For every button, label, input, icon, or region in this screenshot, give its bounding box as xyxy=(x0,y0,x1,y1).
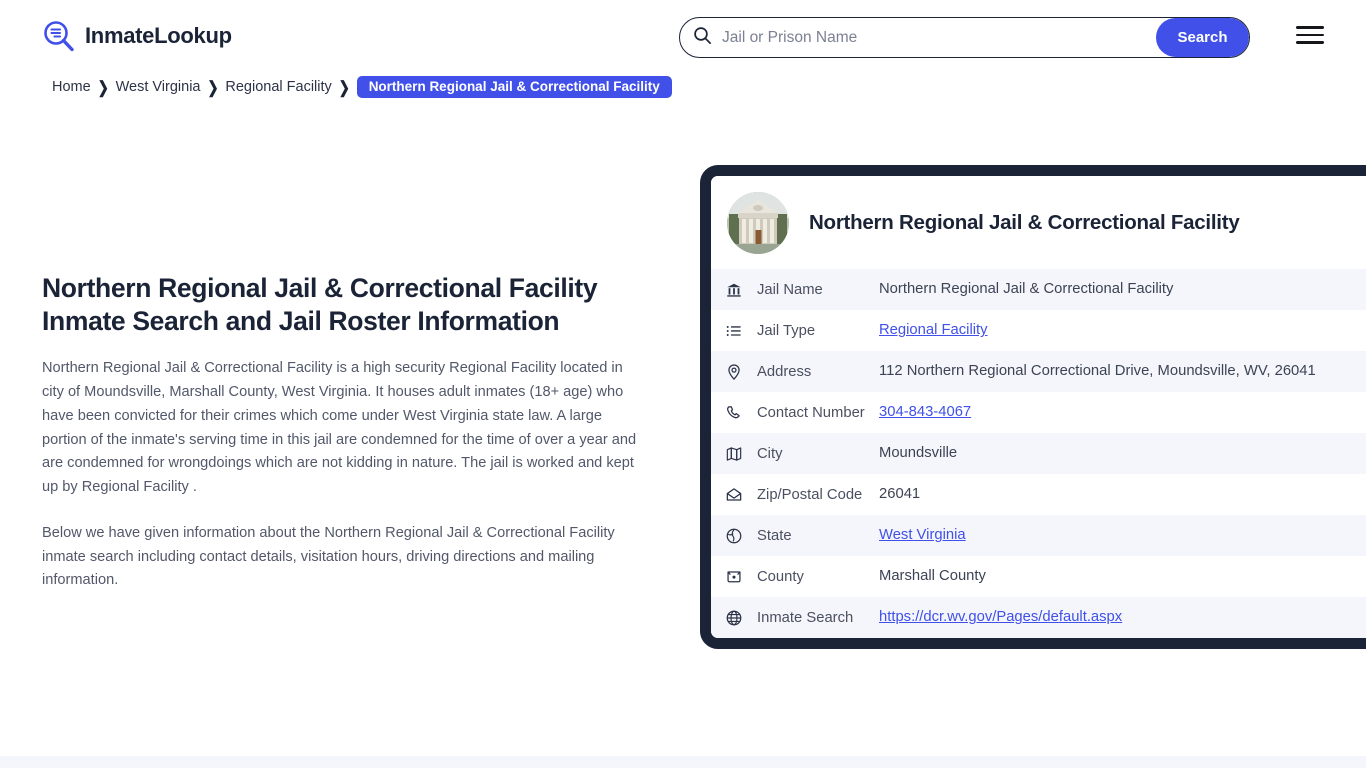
hamburger-bar xyxy=(1296,34,1324,37)
hamburger-bar xyxy=(1296,26,1324,29)
badge-icon xyxy=(711,568,757,586)
breadcrumb-separator-icon: ❯ xyxy=(207,79,218,95)
facility-info-card: Northern Regional Jail & Correctional Fa… xyxy=(700,165,1366,649)
footer-band xyxy=(0,756,1366,768)
info-value-contact-number[interactable]: 304-843-4067 xyxy=(879,401,1366,423)
info-value-city: Moundsville xyxy=(879,442,1366,464)
brand-name: InmateLookup xyxy=(85,23,232,49)
magnifier-list-icon xyxy=(42,19,76,53)
info-label-jail-type: Jail Type xyxy=(757,323,879,339)
breadcrumb-link-regional-facility[interactable]: Regional Facility xyxy=(225,79,331,95)
description-paragraph-2: Below we have given information about th… xyxy=(42,522,638,593)
breadcrumb-separator-icon: ❯ xyxy=(98,79,109,95)
info-row-city: CityMoundsville xyxy=(711,433,1366,474)
card-title: Northern Regional Jail & Correctional Fa… xyxy=(809,211,1239,235)
info-row-zip-postal-code: Zip/Postal Code26041 xyxy=(711,474,1366,515)
envelope-icon xyxy=(711,486,757,504)
bank-icon xyxy=(711,281,757,299)
breadcrumb-link-west-virginia[interactable]: West Virginia xyxy=(116,79,201,95)
info-value-zip-postal-code: 26041 xyxy=(879,483,1366,505)
info-value-state[interactable]: West Virginia xyxy=(879,524,1366,546)
info-value-address: 112 Northern Regional Correctional Drive… xyxy=(879,360,1366,382)
info-label-county: County xyxy=(757,569,879,585)
info-label-contact-number: Contact Number xyxy=(757,405,879,421)
info-label-inmate-search: Inmate Search xyxy=(757,610,879,626)
site-header: InmateLookup Search xyxy=(0,0,1366,74)
search-input[interactable] xyxy=(712,18,1156,57)
info-row-jail-name: Jail NameNorthern Regional Jail & Correc… xyxy=(711,269,1366,310)
phone-icon xyxy=(711,404,757,422)
info-row-inmate-search: Inmate Searchhttps://dcr.wv.gov/Pages/de… xyxy=(711,597,1366,638)
info-row-jail-type: Jail TypeRegional Facility xyxy=(711,310,1366,351)
search-bar[interactable]: Search xyxy=(679,17,1250,58)
info-link-jail-type[interactable]: Regional Facility xyxy=(879,322,988,338)
brand-logo-link[interactable]: InmateLookup xyxy=(42,19,232,53)
info-value-county: Marshall County xyxy=(879,565,1366,587)
info-value-inmate-search[interactable]: https://dcr.wv.gov/Pages/default.aspx xyxy=(879,606,1366,628)
courthouse-photo xyxy=(727,192,789,254)
info-label-state: State xyxy=(757,528,879,544)
info-link-inmate-search[interactable]: https://dcr.wv.gov/Pages/default.aspx xyxy=(879,609,1122,625)
search-icon xyxy=(693,26,712,50)
globe-pin-icon xyxy=(711,527,757,545)
breadcrumb-separator-icon: ❯ xyxy=(339,79,350,95)
info-label-city: City xyxy=(757,446,879,462)
info-link-state[interactable]: West Virginia xyxy=(879,527,966,543)
hamburger-bar xyxy=(1296,41,1324,44)
card-header: Northern Regional Jail & Correctional Fa… xyxy=(711,176,1366,269)
globe-icon xyxy=(711,609,757,627)
search-button[interactable]: Search xyxy=(1156,18,1249,57)
info-row-contact-number: Contact Number304-843-4067 xyxy=(711,392,1366,433)
info-value-jail-type[interactable]: Regional Facility xyxy=(879,319,1366,341)
info-label-zip-postal-code: Zip/Postal Code xyxy=(757,487,879,503)
info-link-contact-number[interactable]: 304-843-4067 xyxy=(879,404,971,420)
info-value-jail-name: Northern Regional Jail & Correctional Fa… xyxy=(879,278,1366,300)
description-paragraph-1: Northern Regional Jail & Correctional Fa… xyxy=(42,357,638,500)
info-label-address: Address xyxy=(757,364,879,380)
breadcrumb-link-home[interactable]: Home xyxy=(52,79,91,95)
breadcrumb: Home ❯ West Virginia ❯ Regional Facility ❯ Nor… xyxy=(52,76,672,98)
breadcrumb-current-northern-regional-jail-correctional-facility: Northern Regional Jail & Correctional Fa… xyxy=(357,76,672,99)
facility-info-table: Jail NameNorthern Regional Jail & Correc… xyxy=(711,269,1366,638)
page-title: Northern Regional Jail & Correctional Fa… xyxy=(42,272,638,337)
hamburger-menu-icon[interactable] xyxy=(1296,23,1324,47)
info-row-county: CountyMarshall County xyxy=(711,556,1366,597)
map-icon xyxy=(711,445,757,463)
info-label-jail-name: Jail Name xyxy=(757,282,879,298)
info-row-address: Address112 Northern Regional Correctiona… xyxy=(711,351,1366,392)
info-row-state: StateWest Virginia xyxy=(711,515,1366,556)
main-content: Northern Regional Jail & Correctional Fa… xyxy=(42,272,638,593)
map-pin-icon xyxy=(711,363,757,381)
list-icon xyxy=(711,322,757,340)
